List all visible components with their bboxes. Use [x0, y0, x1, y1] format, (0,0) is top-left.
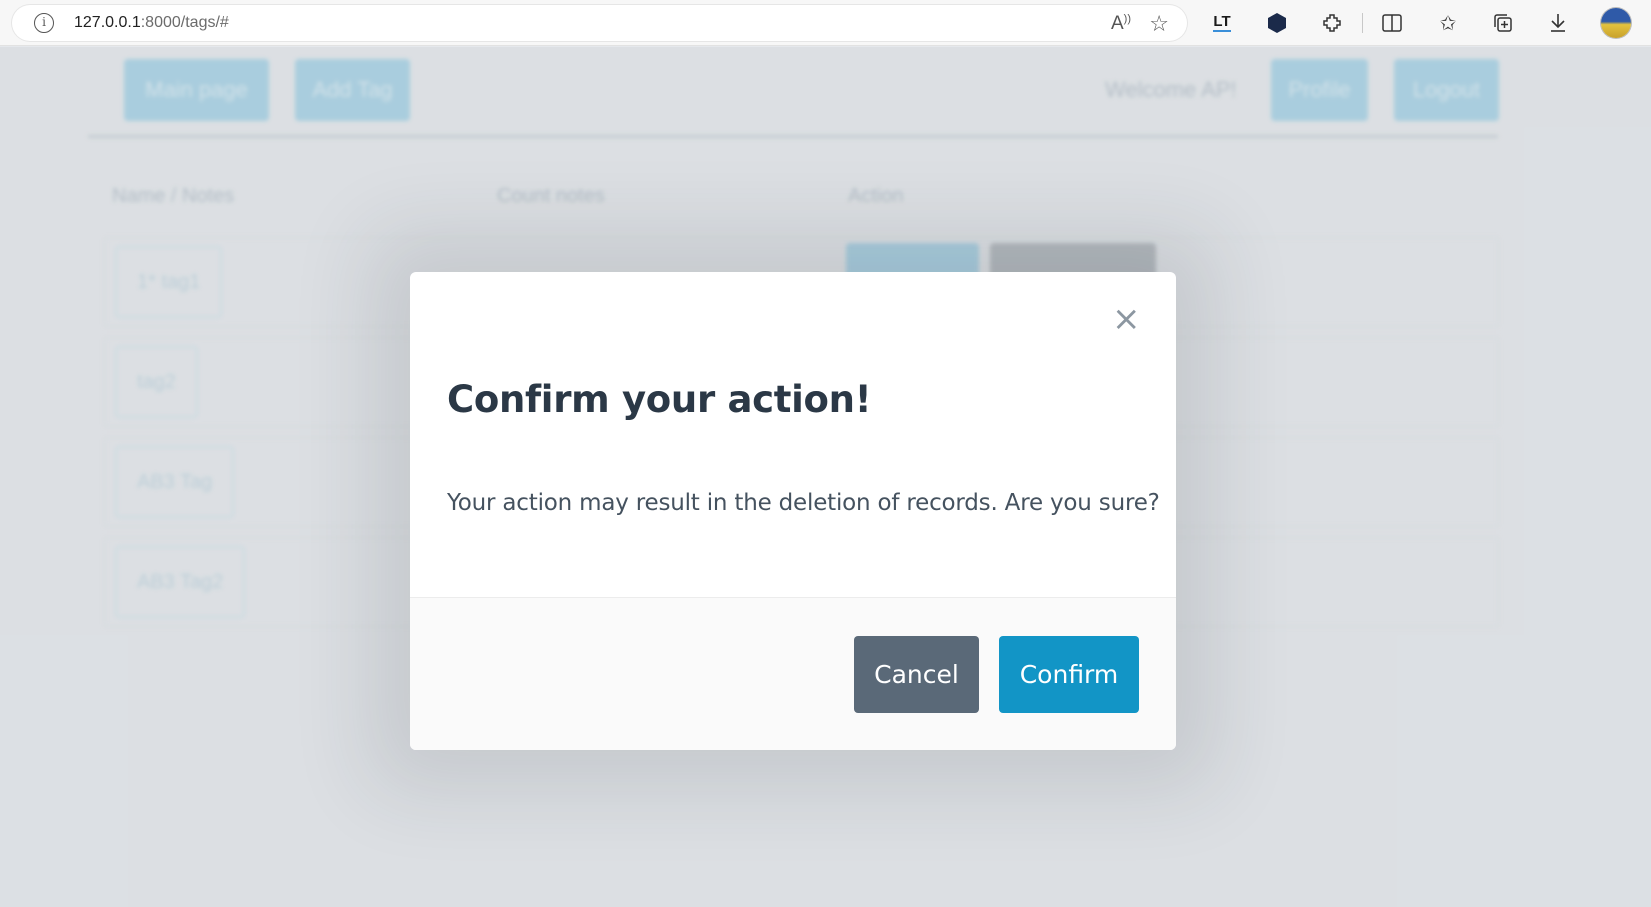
dialog-message: Your action may result in the deletion o… — [447, 490, 1160, 516]
languagetool-icon[interactable]: LT — [1208, 9, 1236, 37]
toolbar-divider — [1362, 13, 1363, 33]
dialog-title: Confirm your action! — [447, 378, 872, 421]
site-info-icon[interactable]: i — [34, 13, 54, 33]
extensions-icon[interactable] — [1318, 9, 1346, 37]
confirm-button[interactable]: Confirm — [999, 636, 1139, 713]
split-screen-icon[interactable] — [1378, 9, 1406, 37]
confirm-dialog: × Confirm your action! Your action may r… — [410, 272, 1176, 750]
dialog-footer: Cancel Confirm — [410, 597, 1176, 750]
favorites-icon[interactable]: ✩ — [1434, 9, 1462, 37]
profile-avatar[interactable] — [1601, 8, 1631, 38]
cancel-button[interactable]: Cancel — [854, 636, 979, 713]
downloads-icon[interactable] — [1544, 9, 1572, 37]
url-host: 127.0.0.1 — [74, 14, 141, 31]
url-text[interactable]: 127.0.0.1:8000/tags/# — [74, 14, 229, 32]
favorite-star-icon[interactable]: ☆ — [1149, 11, 1169, 37]
address-bar[interactable]: i 127.0.0.1:8000/tags/# A)) ☆ — [12, 5, 1187, 41]
extension-hex-icon[interactable] — [1263, 9, 1291, 37]
read-aloud-icon[interactable]: A)) — [1111, 13, 1131, 35]
collections-icon[interactable] — [1489, 9, 1517, 37]
close-icon[interactable]: × — [1112, 302, 1141, 336]
browser-toolbar: i 127.0.0.1:8000/tags/# A)) ☆ LT ✩ — [0, 0, 1651, 46]
url-path: :8000/tags/# — [140, 14, 229, 31]
